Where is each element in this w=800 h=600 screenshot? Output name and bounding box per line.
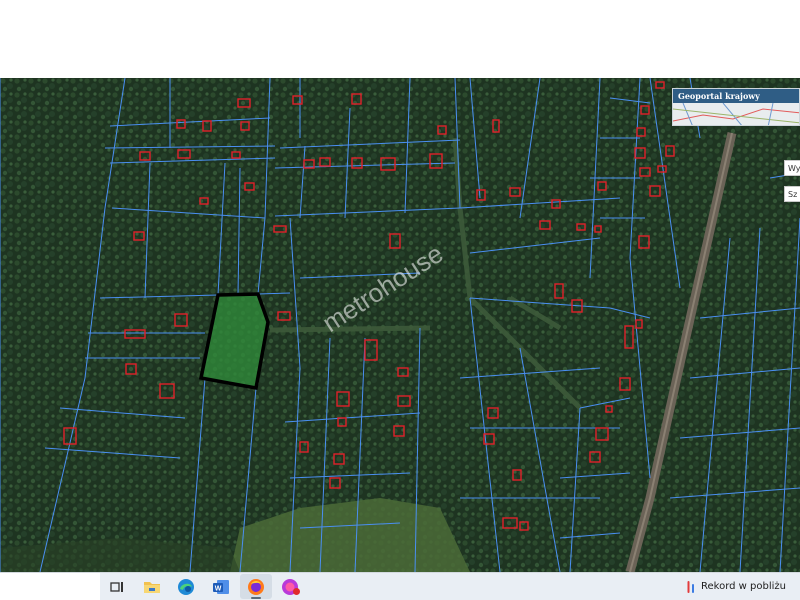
- taskbar-search-area[interactable]: [0, 573, 100, 600]
- svg-text:W: W: [215, 585, 222, 592]
- task-view-icon: [110, 581, 123, 592]
- word-button[interactable]: W: [205, 574, 237, 599]
- recording-indicator-icon: [687, 580, 694, 593]
- firefox-icon: [248, 578, 264, 595]
- word-icon: W: [213, 579, 229, 594]
- map-view[interactable]: metrohouse: [0, 78, 800, 572]
- file-explorer-icon: [144, 581, 160, 593]
- windows-taskbar: W Rekord w pobliżu: [0, 572, 800, 600]
- firefox-private-icon: [282, 578, 300, 595]
- minimap-thumbnail[interactable]: [673, 102, 799, 125]
- firefox-private-button[interactable]: [275, 574, 307, 599]
- map-canvas[interactable]: metrohouse: [0, 78, 800, 572]
- firefox-button[interactable]: [240, 574, 272, 599]
- tray-label: Rekord w pobliżu: [701, 581, 786, 592]
- blank-header-area: [0, 0, 800, 78]
- minimap-title: Geoportal krajowy: [673, 89, 799, 103]
- side-tab-second[interactable]: Sz: [784, 186, 800, 202]
- minimap-roads-icon: [673, 102, 799, 125]
- file-explorer-button[interactable]: [136, 574, 168, 599]
- edge-browser-icon: [178, 578, 194, 595]
- task-view-button[interactable]: [101, 574, 133, 599]
- side-tab-first[interactable]: Wy: [784, 160, 800, 176]
- edge-browser-button[interactable]: [170, 574, 202, 599]
- forest-area: [0, 78, 800, 572]
- system-tray[interactable]: Rekord w pobliżu: [686, 573, 786, 600]
- geoportal-minimap[interactable]: Geoportal krajowy: [672, 88, 800, 126]
